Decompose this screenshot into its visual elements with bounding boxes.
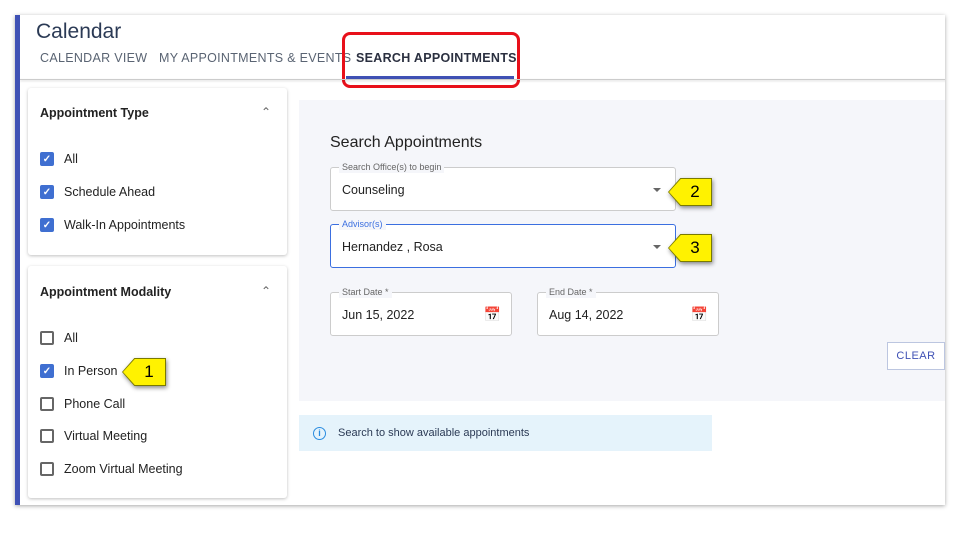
tab-calendar-view[interactable]: CALENDAR VIEW — [40, 51, 147, 65]
calendar-icon[interactable]: 📅 — [484, 306, 501, 323]
info-text: Search to show available appointments — [338, 427, 530, 439]
checkbox-label: In Person — [64, 364, 118, 378]
callout-number: 3 — [669, 235, 711, 261]
check-icon: ✓ — [40, 218, 54, 232]
clear-button[interactable]: CLEAR — [887, 342, 945, 370]
advisor-select[interactable]: Advisor(s) Hernandez , Rosa — [330, 218, 676, 268]
check-icon: ✓ — [40, 364, 54, 378]
start-date-field[interactable]: Start Date * Jun 15, 2022 📅 — [330, 286, 512, 336]
checkbox-phone-call[interactable]: Phone Call — [40, 397, 125, 411]
checkbox-walk-in[interactable]: ✓ Walk-In Appointments — [40, 218, 185, 232]
dropdown-arrow-icon[interactable] — [653, 245, 661, 249]
field-label: Advisor(s) — [339, 218, 386, 230]
end-date-field[interactable]: End Date * Aug 14, 2022 📅 — [537, 286, 719, 336]
check-icon: ✓ — [40, 185, 54, 199]
checkbox-type-all[interactable]: ✓ All — [40, 152, 78, 166]
callout-1: 1 — [122, 358, 166, 386]
checkbox-box — [40, 331, 54, 345]
checkbox-label: All — [64, 331, 78, 345]
checkbox-box — [40, 462, 54, 476]
field-label: Search Office(s) to begin — [339, 161, 445, 173]
info-banner: i Search to show available appointments — [299, 415, 712, 451]
callout-number: 1 — [123, 359, 165, 385]
callout-number: 2 — [669, 179, 711, 205]
callout-2: 2 — [668, 178, 712, 206]
checkbox-box — [40, 429, 54, 443]
checkbox-in-person[interactable]: ✓ In Person — [40, 364, 118, 378]
callout-3: 3 — [668, 234, 712, 262]
checkbox-label: All — [64, 152, 78, 166]
checkbox-label: Schedule Ahead — [64, 185, 156, 199]
checkbox-label: Phone Call — [64, 397, 126, 411]
dropdown-arrow-icon[interactable] — [653, 188, 661, 192]
check-icon: ✓ — [40, 152, 54, 166]
checkbox-virtual-meeting[interactable]: Virtual Meeting — [40, 429, 147, 443]
field-value: Hernandez , Rosa — [342, 240, 443, 254]
chevron-up-icon[interactable]: ⌃ — [261, 105, 271, 119]
calendar-window: Calendar CALENDAR VIEW MY APPOINTMENTS &… — [15, 15, 945, 505]
info-icon: i — [313, 426, 326, 440]
checkbox-label: Walk-In Appointments — [64, 218, 186, 232]
card-title: Appointment Modality — [40, 285, 172, 299]
calendar-icon[interactable]: 📅 — [691, 306, 708, 323]
search-panel: Search Appointments Search Office(s) to … — [299, 100, 945, 401]
checkbox-schedule-ahead[interactable]: ✓ Schedule Ahead — [40, 185, 155, 199]
appointment-type-card: Appointment Type ⌃ ✓ All ✓ Schedule Ahead … — [28, 88, 287, 255]
tab-my-appointments[interactable]: MY APPOINTMENTS & EVENTS — [159, 51, 351, 65]
field-value: Jun 15, 2022 — [342, 308, 415, 322]
office-select[interactable]: Search Office(s) to begin Counseling — [330, 161, 676, 211]
checkbox-box — [40, 397, 54, 411]
field-label: End Date * — [546, 286, 596, 298]
field-value: Aug 14, 2022 — [549, 308, 624, 322]
field-label: Start Date * — [339, 286, 392, 298]
divider — [20, 79, 945, 80]
chevron-up-icon[interactable]: ⌃ — [261, 284, 271, 298]
checkbox-label: Zoom Virtual Meeting — [64, 462, 183, 476]
card-title: Appointment Type — [40, 106, 149, 120]
checkbox-label: Virtual Meeting — [64, 429, 148, 443]
checkbox-modality-all[interactable]: All — [40, 331, 78, 345]
field-value: Counseling — [342, 183, 405, 197]
checkbox-zoom-virtual-meeting[interactable]: Zoom Virtual Meeting — [40, 462, 183, 476]
search-title: Search Appointments — [330, 134, 483, 151]
page-title: Calendar — [36, 20, 122, 43]
